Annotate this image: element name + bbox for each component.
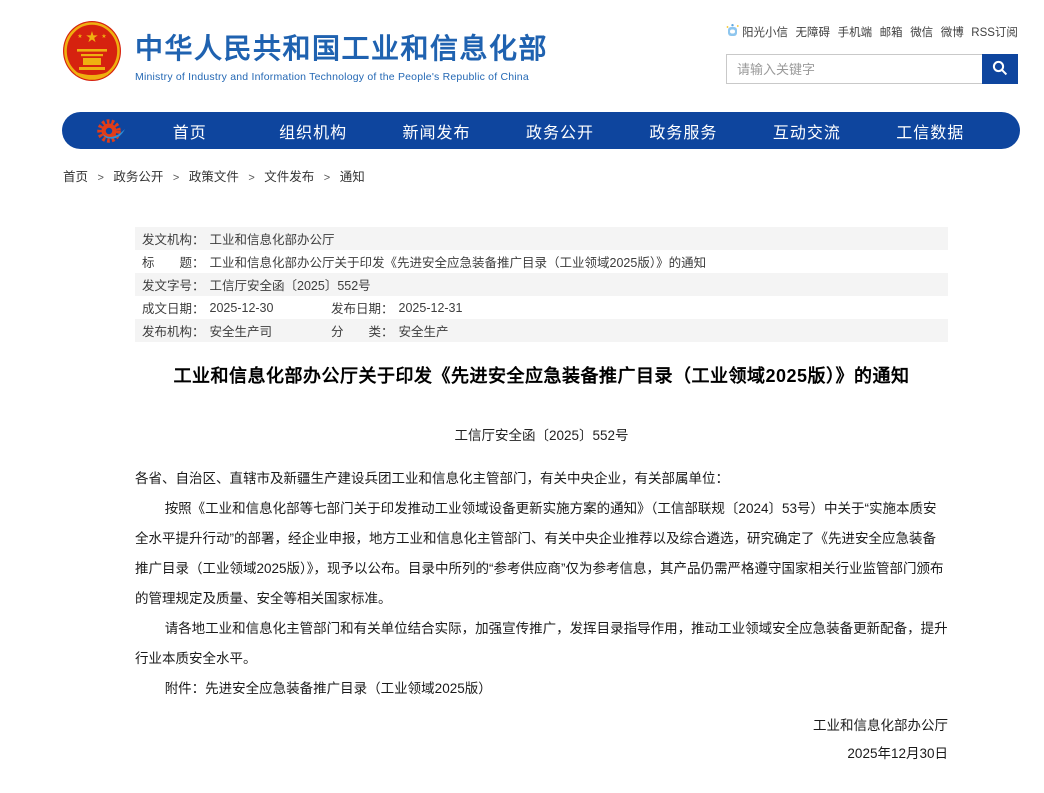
meta-cell: 成文日期： 2025-12-30	[142, 298, 331, 317]
meta-cell: 标 题： 工业和信息化部办公厅关于印发《先进安全应急装备推广目录（工业领域202…	[142, 252, 706, 271]
header-right: 阳光小信 无障碍 手机端 邮箱 微信 微博 RSS订阅	[726, 20, 1018, 84]
national-emblem-logo: ★ ★ ★	[62, 20, 122, 87]
page: ★ ★ ★ 中华人民共和国工业和信息化部 Ministry of Industr…	[0, 0, 1044, 793]
nav-items: 首页 组织机构 新闻发布 政务公开 政务服务 互动交流 工信数据	[128, 119, 992, 143]
site-brand[interactable]: ★ ★ ★ 中华人民共和国工业和信息化部 Ministry of Industr…	[62, 20, 548, 87]
utility-link-weibo[interactable]: 微博	[941, 24, 964, 40]
utility-link-label: RSS订阅	[971, 24, 1018, 40]
site-title: 中华人民共和国工业和信息化部	[135, 27, 548, 67]
breadcrumb-separator: >	[324, 172, 330, 184]
meta-label: 分 类：	[331, 321, 394, 340]
breadcrumb-policy-files[interactable]: 政策文件	[189, 170, 239, 184]
breadcrumb-home[interactable]: 首页	[63, 170, 88, 184]
breadcrumb: 首页 > 政务公开 > 政策文件 > 文件发布 > 通知	[63, 166, 1044, 185]
meta-label: 发布机构：	[142, 321, 205, 340]
breadcrumb-file-release[interactable]: 文件发布	[264, 170, 314, 184]
utility-link-rss[interactable]: RSS订阅	[971, 24, 1018, 40]
utility-link-label: 手机端	[838, 24, 873, 40]
search-bar	[726, 54, 1018, 84]
meta-value: 2025-12-30	[210, 301, 274, 315]
nav-item-interaction[interactable]: 互动交流	[745, 119, 868, 143]
meta-label: 成文日期：	[142, 298, 205, 317]
svg-text:★: ★	[101, 33, 106, 40]
nav-item-gov-services[interactable]: 政务服务	[622, 119, 745, 143]
svg-text:★: ★	[85, 28, 98, 46]
meta-row-title: 标 题： 工业和信息化部办公厅关于印发《先进安全应急装备推广目录（工业领域202…	[135, 250, 948, 273]
document-area: 发文机构： 工业和信息化部办公厅 标 题： 工业和信息化部办公厅关于印发《先进安…	[135, 227, 948, 768]
meta-cell: 分 类： 安全生产	[331, 321, 449, 340]
meta-value: 安全生产司	[210, 321, 273, 340]
doc-meta-table: 发文机构： 工业和信息化部办公厅 标 题： 工业和信息化部办公厅关于印发《先进安…	[135, 227, 948, 342]
meta-row-doc-number: 发文字号： 工信厅安全函〔2025〕552号	[135, 273, 948, 296]
breadcrumb-separator: >	[248, 172, 254, 184]
meta-label: 发文机构：	[142, 229, 205, 248]
meta-row-publisher-category: 发布机构： 安全生产司 分 类： 安全生产	[135, 319, 948, 342]
doc-attachment-link[interactable]: 附件：先进安全应急装备推广目录（工业领域2025版）	[135, 674, 948, 704]
utility-link-label: 微博	[941, 24, 964, 40]
breadcrumb-separator: >	[173, 172, 179, 184]
meta-label: 发布日期：	[331, 298, 394, 317]
meta-row-dates: 成文日期： 2025-12-30 发布日期： 2025-12-31	[135, 296, 948, 319]
search-icon	[992, 60, 1008, 79]
doc-signer: 工业和信息化部办公厅	[135, 712, 948, 740]
search-input[interactable]	[727, 55, 983, 83]
site-header: ★ ★ ★ 中华人民共和国工业和信息化部 Ministry of Industr…	[0, 0, 1044, 87]
meta-label: 发文字号：	[142, 275, 205, 294]
breadcrumb-notice[interactable]: 通知	[340, 170, 365, 184]
breadcrumb-gov-info[interactable]: 政务公开	[113, 170, 163, 184]
utility-link-label: 阳光小信	[742, 24, 788, 40]
meta-cell: 发文字号： 工信厅安全函〔2025〕552号	[142, 275, 371, 294]
svg-text:★: ★	[77, 33, 82, 40]
mascot-icon	[726, 23, 739, 41]
doc-number: 工信厅安全函〔2025〕552号	[135, 424, 948, 444]
utility-link-wechat[interactable]: 微信	[910, 24, 933, 40]
nav-item-organization[interactable]: 组织机构	[251, 119, 374, 143]
site-brand-text: 中华人民共和国工业和信息化部 Ministry of Industry and …	[135, 20, 548, 87]
nav-item-gov-info[interactable]: 政务公开	[498, 119, 621, 143]
doc-body: 各省、自治区、直辖市及新疆生产建设兵团工业和信息化主管部门，有关中央企业，有关部…	[135, 464, 948, 768]
main-nav: 首页 组织机构 新闻发布 政务公开 政务服务 互动交流 工信数据	[62, 112, 1020, 149]
utility-link-label: 微信	[910, 24, 933, 40]
meta-label: 标 题：	[142, 252, 205, 271]
meta-cell: 发布机构： 安全生产司	[142, 321, 331, 340]
miit-gear-icon	[96, 117, 128, 145]
meta-cell: 发文机构： 工业和信息化部办公厅	[142, 229, 335, 248]
doc-title: 工业和信息化部办公厅关于印发《先进安全应急装备推广目录（工业领域2025版）》的…	[135, 362, 948, 388]
utility-link-mail[interactable]: 邮箱	[880, 24, 903, 40]
utility-links: 阳光小信 无障碍 手机端 邮箱 微信 微博 RSS订阅	[726, 23, 1018, 41]
meta-row-issuing-office: 发文机构： 工业和信息化部办公厅	[135, 227, 948, 250]
doc-date: 2025年12月30日	[135, 740, 948, 768]
doc-paragraph: 请各地工业和信息化主管部门和有关单位结合实际，加强宣传推广，发挥目录指导作用，推…	[135, 614, 948, 674]
utility-link-mobile[interactable]: 手机端	[838, 24, 873, 40]
utility-link-sunshine[interactable]: 阳光小信	[726, 23, 788, 41]
utility-link-label: 邮箱	[880, 24, 903, 40]
meta-value: 工业和信息化部办公厅	[210, 229, 335, 248]
meta-value: 工业和信息化部办公厅关于印发《先进安全应急装备推广目录（工业领域2025版）》的…	[210, 252, 707, 271]
meta-value: 2025-12-31	[399, 301, 463, 315]
doc-paragraph: 按照《工业和信息化部等七部门关于印发推动工业领域设备更新实施方案的通知》（工信部…	[135, 494, 948, 614]
nav-item-home[interactable]: 首页	[128, 119, 251, 143]
search-button[interactable]	[982, 54, 1018, 84]
nav-item-news[interactable]: 新闻发布	[375, 119, 498, 143]
meta-value: 工信厅安全函〔2025〕552号	[210, 275, 371, 294]
breadcrumb-separator: >	[98, 172, 104, 184]
site-subtitle-en: Ministry of Industry and Information Tec…	[135, 71, 548, 83]
doc-salutation: 各省、自治区、直辖市及新疆生产建设兵团工业和信息化主管部门，有关中央企业，有关部…	[135, 464, 948, 494]
doc-signature: 工业和信息化部办公厅 2025年12月30日	[135, 712, 948, 768]
utility-link-label: 无障碍	[796, 24, 831, 40]
meta-cell: 发布日期： 2025-12-31	[331, 298, 462, 317]
utility-link-accessibility[interactable]: 无障碍	[796, 24, 831, 40]
meta-value: 安全生产	[399, 321, 449, 340]
nav-item-miit-data[interactable]: 工信数据	[869, 119, 992, 143]
